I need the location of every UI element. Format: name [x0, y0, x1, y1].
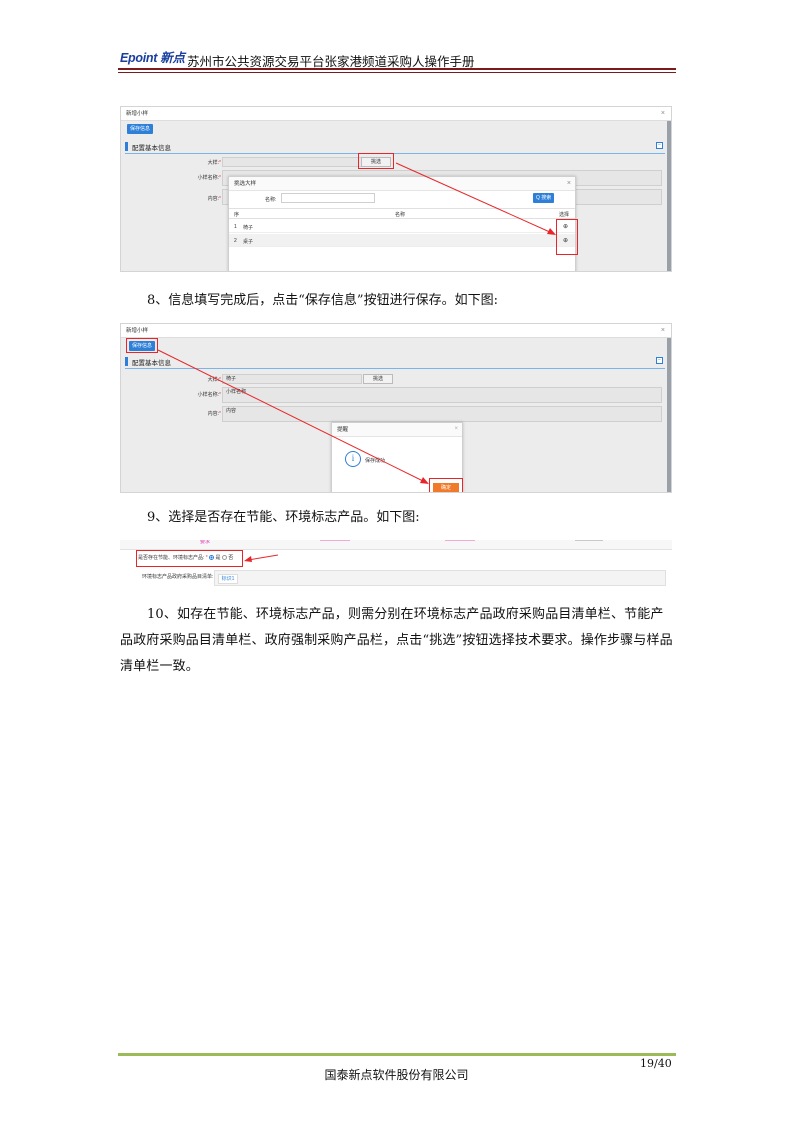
- screenshot-save-info: 新增小样 × 保存信息 配置基本信息 − 大样:* 椅子 挑选 小样名称:* 小…: [120, 323, 672, 493]
- list-label: 环境标志产品政府采购品目清单:: [142, 574, 214, 580]
- annotation-arrow: [157, 349, 429, 484]
- step-10-text: 10、如存在节能、环境标志产品，则需分别在环境标志产品政府采购品目清单栏、节能产…: [120, 607, 673, 674]
- epoint-logo: Epoint 新点: [120, 51, 185, 65]
- list-panel: [214, 570, 666, 586]
- screenshot-select-sample: 新增小样 × 保存信息 配置基本信息 − 大样:* 挑选 小样名称:* 内容:*…: [120, 106, 672, 272]
- company-name: 国泰新点软件股份有限公司: [324, 1068, 469, 1082]
- step-9-text: 9、选择是否存在节能、环境标志产品。如下图:: [147, 510, 420, 525]
- screenshot-energy-products: 要求 是否存在节能、环境标志产品: * 是 否 环境标志产品政府采购品目清单: …: [120, 540, 672, 586]
- footer-rule: [118, 1053, 676, 1056]
- annotation-arrow: [395, 162, 556, 235]
- header-rule-thin: [118, 72, 676, 73]
- header-rule-thick: [118, 68, 676, 70]
- step-8-text: 8、信息填写完成后，点击“保存信息”按钮进行保存。如下图:: [147, 293, 498, 308]
- list-tab[interactable]: 标识1: [218, 574, 238, 584]
